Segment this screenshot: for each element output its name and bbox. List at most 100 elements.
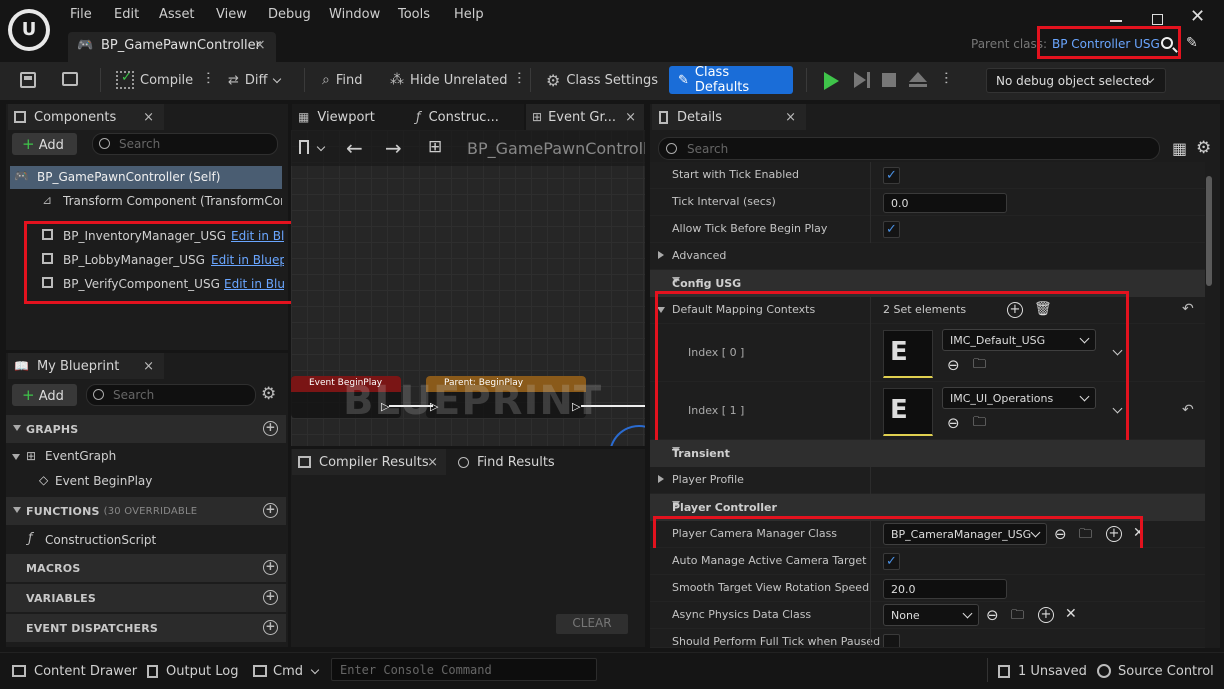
settings-gear-icon[interactable]: ⚙ bbox=[1196, 138, 1211, 158]
macros-section[interactable]: MACROS + bbox=[6, 554, 286, 582]
index-1-combo[interactable]: IMC_UI_Operations bbox=[942, 387, 1096, 409]
component-item-row[interactable]: BP_InventoryManager_USG Edit in Blueprin… bbox=[38, 225, 284, 247]
compile-button[interactable]: ✓ Compile bbox=[116, 66, 193, 94]
minimize-icon[interactable] bbox=[1110, 20, 1122, 22]
event-graph-row[interactable]: ⊞ EventGraph bbox=[8, 446, 284, 468]
menu-file[interactable]: File bbox=[70, 7, 92, 22]
trash-icon[interactable]: 🗑 bbox=[1034, 301, 1052, 317]
player-controller-category[interactable]: Player Controller bbox=[650, 494, 1205, 521]
menu-debug[interactable]: Debug bbox=[268, 7, 311, 22]
close-icon[interactable]: × bbox=[625, 110, 636, 125]
components-search-input[interactable]: Search bbox=[92, 133, 278, 155]
tab-viewport[interactable]: ▦ Viewport bbox=[292, 104, 410, 130]
tab-find-results[interactable]: Find Results bbox=[450, 449, 570, 475]
collapse-arrow-icon[interactable] bbox=[657, 307, 665, 313]
browse-folder-icon[interactable]: 🗀 bbox=[1011, 606, 1024, 628]
add-function-icon[interactable]: + bbox=[263, 503, 278, 518]
hide-unrelated-button[interactable]: ⁂ Hide Unrelated bbox=[390, 66, 508, 94]
more-options-icon[interactable]: ⋯ bbox=[511, 71, 527, 85]
component-item-row[interactable]: BP_VerifyComponent_USG Edit in Blueprint bbox=[38, 273, 284, 295]
close-window-icon[interactable]: ✕ bbox=[1190, 6, 1205, 27]
console-input[interactable]: Enter Console Command bbox=[331, 658, 597, 681]
save-icon[interactable] bbox=[20, 72, 36, 88]
auto-manage-checkbox[interactable]: ✓ bbox=[883, 553, 900, 570]
component-root-row[interactable]: 🎮 BP_GamePawnController (Self) bbox=[10, 166, 282, 189]
component-item-row[interactable]: BP_LobbyManager_USG Edit in Blueprint bbox=[38, 249, 284, 271]
content-drawer-button[interactable]: Content Drawer bbox=[12, 662, 137, 680]
event-dispatchers-section[interactable]: EVENT DISPATCHERS + bbox=[6, 614, 286, 642]
menu-asset[interactable]: Asset bbox=[159, 7, 195, 22]
clear-button[interactable]: CLEAR bbox=[556, 614, 628, 634]
menu-view[interactable]: View bbox=[216, 7, 247, 22]
player-profile-row[interactable]: Player Profile bbox=[650, 467, 1205, 494]
eject-icon[interactable] bbox=[909, 72, 927, 82]
settings-gear-icon[interactable]: ⚙ bbox=[261, 384, 276, 404]
source-control-button[interactable]: Source Control bbox=[1097, 662, 1214, 680]
menu-tools[interactable]: Tools bbox=[398, 7, 430, 22]
step-icon[interactable] bbox=[854, 72, 866, 88]
tab-event-graph[interactable]: ⊞ Event Gr... × bbox=[526, 104, 644, 130]
advanced-row[interactable]: Advanced bbox=[650, 243, 1205, 270]
allow-tick-checkbox[interactable]: ✓ bbox=[883, 221, 900, 238]
menu-window[interactable]: Window bbox=[329, 7, 380, 22]
edit-in-blueprint-link[interactable]: Edit in Blueprint bbox=[231, 229, 284, 243]
parent-class-link[interactable]: BP Controller USG bbox=[1052, 37, 1160, 51]
close-icon[interactable]: × bbox=[143, 359, 154, 374]
details-tab[interactable]: Details × bbox=[652, 104, 806, 130]
edit-in-blueprint-link[interactable]: Edit in Blueprint bbox=[211, 253, 284, 267]
diff-button[interactable]: ⇄ Diff bbox=[228, 66, 281, 94]
graphs-section[interactable]: GRAPHS + bbox=[6, 415, 286, 443]
my-blueprint-search-input[interactable]: Search bbox=[86, 384, 256, 406]
construction-script-row[interactable]: ƒ ConstructionScript bbox=[8, 530, 284, 552]
my-blueprint-tab[interactable]: 📖 My Blueprint × bbox=[8, 353, 164, 379]
asset-thumbnail[interactable]: E bbox=[883, 330, 933, 378]
graph-canvas[interactable]: ← → ⊞ BP_GamePawnController Event BeginP… bbox=[291, 130, 645, 446]
asset-thumbnail[interactable]: E bbox=[883, 388, 933, 436]
browse-folder-icon[interactable]: 🗀 bbox=[973, 355, 986, 377]
chevron-down-icon[interactable] bbox=[1112, 345, 1123, 356]
play-button[interactable] bbox=[824, 72, 839, 90]
tab-construction[interactable]: ƒ Construc... bbox=[410, 104, 524, 130]
transient-category[interactable]: Transient bbox=[650, 440, 1205, 467]
use-selected-icon[interactable]: ⊖ bbox=[947, 414, 960, 432]
class-defaults-button[interactable]: ✎ Class Defaults bbox=[669, 65, 793, 95]
edit-pencil-icon[interactable]: ✎ bbox=[1186, 35, 1198, 51]
stop-icon[interactable] bbox=[882, 73, 896, 87]
table-view-icon[interactable]: ▦ bbox=[1172, 139, 1187, 158]
unsaved-button[interactable]: 1 Unsaved bbox=[998, 662, 1087, 680]
reset-arrow-icon[interactable]: ↶ bbox=[1182, 301, 1194, 317]
async-physics-combo[interactable]: None bbox=[883, 604, 979, 626]
browse-folder-icon[interactable]: 🗀 bbox=[1079, 525, 1092, 547]
unreal-logo[interactable]: U bbox=[8, 9, 50, 51]
add-new-icon[interactable]: + bbox=[1038, 607, 1054, 623]
functions-section[interactable]: FUNCTIONS (30 OVERRIDABLE + bbox=[6, 497, 286, 525]
components-tab[interactable]: Components × bbox=[8, 104, 164, 130]
config-usg-category[interactable]: Config USG bbox=[650, 270, 1205, 297]
forward-arrow-icon[interactable]: → bbox=[385, 136, 402, 160]
details-search-input[interactable]: Search bbox=[658, 137, 1160, 160]
add-new-icon[interactable]: + bbox=[1106, 526, 1122, 542]
close-icon[interactable]: × bbox=[143, 110, 154, 125]
play-options-icon[interactable]: ⋯ bbox=[938, 71, 954, 85]
clear-icon[interactable]: ✕ bbox=[1133, 525, 1145, 541]
menu-help[interactable]: Help bbox=[454, 7, 484, 22]
add-macro-icon[interactable]: + bbox=[263, 560, 278, 575]
component-transform-row[interactable]: ⊿ Transform Component (TransformComponen… bbox=[10, 190, 282, 213]
bookmark-icon[interactable] bbox=[299, 140, 309, 154]
add-element-icon[interactable]: + bbox=[1007, 302, 1023, 318]
my-blueprint-add-button[interactable]: + Add bbox=[12, 384, 77, 406]
full-tick-checkbox[interactable] bbox=[883, 634, 900, 647]
menu-edit[interactable]: Edit bbox=[114, 7, 139, 22]
compile-options-icon[interactable]: ⋯ bbox=[200, 71, 216, 85]
find-button[interactable]: ⌕ Find bbox=[322, 66, 362, 94]
debug-object-select[interactable]: No debug object selected bbox=[986, 68, 1166, 93]
reset-arrow-icon[interactable]: ↶ bbox=[1182, 402, 1194, 418]
add-dispatcher-icon[interactable]: + bbox=[263, 620, 278, 635]
add-variable-icon[interactable]: + bbox=[263, 590, 278, 605]
output-log-button[interactable]: Output Log bbox=[147, 662, 239, 680]
add-graph-icon[interactable]: + bbox=[263, 421, 278, 436]
document-tab[interactable]: 🎮 BP_GamePawnController × bbox=[68, 32, 276, 62]
edit-in-blueprint-link[interactable]: Edit in Blueprint bbox=[224, 277, 284, 291]
browse-icon[interactable] bbox=[62, 72, 78, 86]
close-icon[interactable]: × bbox=[785, 110, 796, 125]
